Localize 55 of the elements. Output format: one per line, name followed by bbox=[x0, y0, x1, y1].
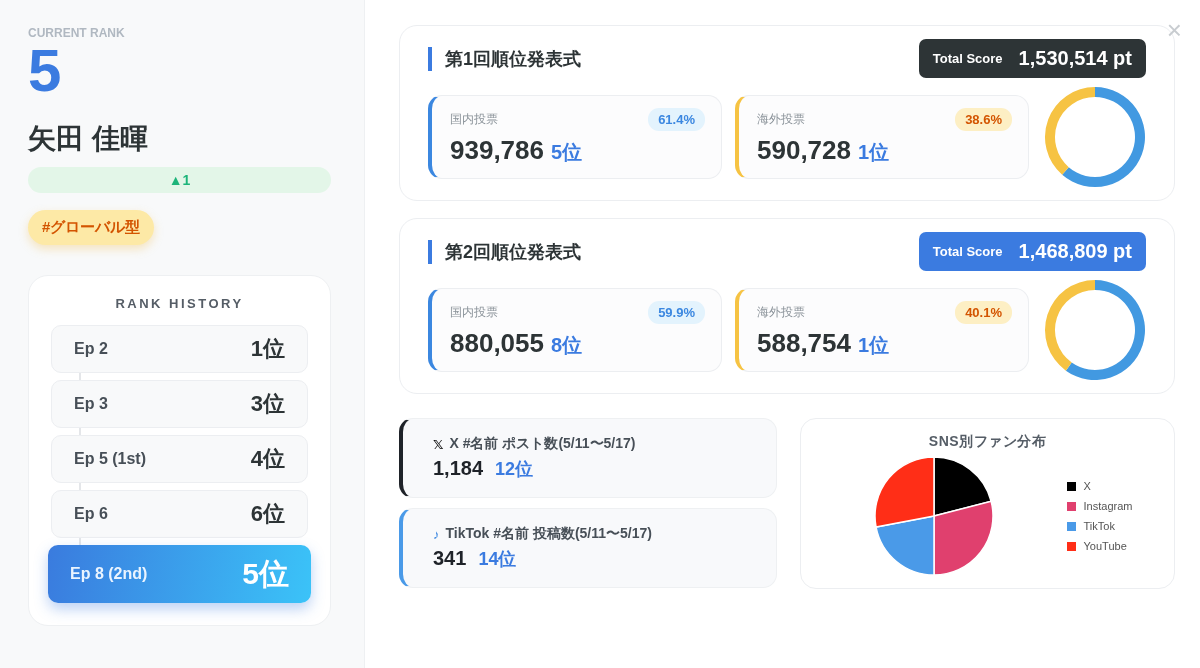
episode-rank: 6位 bbox=[250, 500, 285, 528]
score-label: Total Score bbox=[932, 51, 1003, 66]
legend-label: Instagram bbox=[1083, 500, 1133, 512]
vote-share: 40.1% bbox=[955, 301, 1012, 324]
sns-stat-label: TikTok #名前 投稿数(5/11〜5/17) bbox=[445, 525, 652, 543]
legend-label: YouTube bbox=[1083, 540, 1127, 552]
episode-label: Ep 3 bbox=[74, 395, 108, 413]
vote-label: 海外投票 bbox=[757, 111, 805, 128]
contestant-name: 矢田 佳暉 bbox=[28, 122, 148, 156]
vote-label: 国内投票 bbox=[450, 111, 498, 128]
sns-stat-label: X #名前 ポスト数(5/11〜5/17) bbox=[449, 435, 636, 453]
vote-count: 588,754 bbox=[757, 328, 851, 359]
history-title: RANK HISTORY bbox=[114, 296, 245, 311]
vote-share: 59.9% bbox=[648, 301, 705, 324]
vote-label: 海外投票 bbox=[757, 304, 805, 321]
vote-share: 61.4% bbox=[648, 108, 705, 131]
type-tag: #グローバル型 bbox=[28, 210, 155, 245]
sns-rank: 12位 bbox=[495, 458, 534, 481]
vote-rank: 1位 bbox=[858, 140, 890, 165]
rank-change: ▲1 bbox=[28, 167, 331, 193]
vote-count: 880,055 bbox=[450, 328, 544, 359]
x-logo-icon: 𝕏 bbox=[433, 436, 444, 452]
vote-rank: 8位 bbox=[551, 333, 583, 358]
score-value: 1,468,809 pt bbox=[1018, 240, 1132, 263]
current-rank: 5 bbox=[28, 42, 62, 100]
sns-count: 341 bbox=[433, 547, 467, 570]
legend-label: TikTok bbox=[1083, 520, 1115, 532]
score-label: Total Score bbox=[932, 244, 1003, 259]
vote-count: 590,728 bbox=[757, 135, 851, 166]
legend-label: X bbox=[1083, 480, 1091, 492]
rank-label: CURRENT RANK bbox=[28, 26, 125, 40]
episode-label: Ep 5 (1st) bbox=[74, 450, 146, 468]
vote-rank: 1位 bbox=[858, 333, 890, 358]
sns-count: 1,184 bbox=[433, 457, 484, 480]
episode-rank: 1位 bbox=[250, 335, 285, 363]
vote-label: 国内投票 bbox=[450, 304, 498, 321]
vote-count: 939,786 bbox=[450, 135, 544, 166]
episode-rank: 4位 bbox=[250, 445, 285, 473]
episode-label: Ep 8 (2nd) bbox=[70, 565, 148, 583]
music-note-icon: ♪ bbox=[433, 526, 440, 542]
chart-title: SNS別ファン分布 bbox=[928, 433, 1047, 451]
history-item[interactable]: Ep 6 6位 bbox=[51, 490, 308, 538]
vote-rank: 5位 bbox=[551, 140, 583, 165]
history-item[interactable]: Ep 2 1位 bbox=[51, 325, 308, 373]
episode-label: Ep 6 bbox=[74, 505, 108, 523]
sns-rank: 14位 bbox=[478, 548, 517, 571]
score-value: 1,530,514 pt bbox=[1018, 47, 1132, 70]
episode-rank: 5位 bbox=[242, 555, 289, 592]
episode-rank: 3位 bbox=[250, 390, 285, 418]
history-item[interactable]: Ep 3 3位 bbox=[51, 380, 308, 428]
history-item[interactable]: Ep 5 (1st) 4位 bbox=[51, 435, 308, 483]
episode-label: Ep 2 bbox=[74, 340, 108, 358]
vote-share: 38.6% bbox=[955, 108, 1012, 131]
announcement-title: 第1回順位発表式 bbox=[428, 46, 581, 71]
announcement-title: 第2回順位発表式 bbox=[428, 239, 581, 264]
